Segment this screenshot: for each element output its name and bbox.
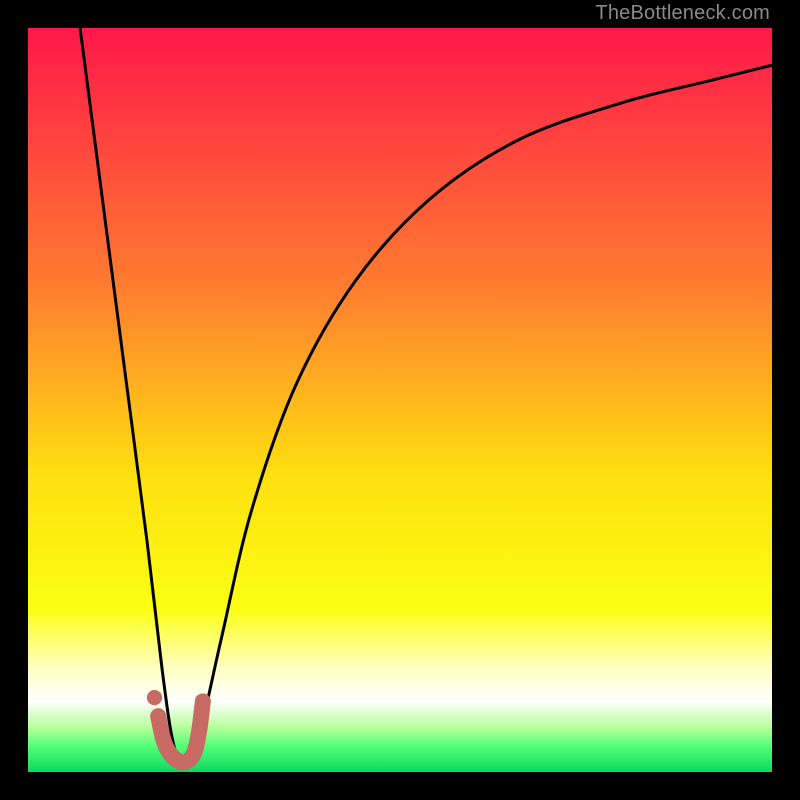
chart-frame: TheBottleneck.com	[0, 0, 800, 800]
watermark-text: TheBottleneck.com	[595, 2, 770, 25]
plot-area	[28, 28, 772, 772]
background-gradient	[28, 28, 772, 772]
